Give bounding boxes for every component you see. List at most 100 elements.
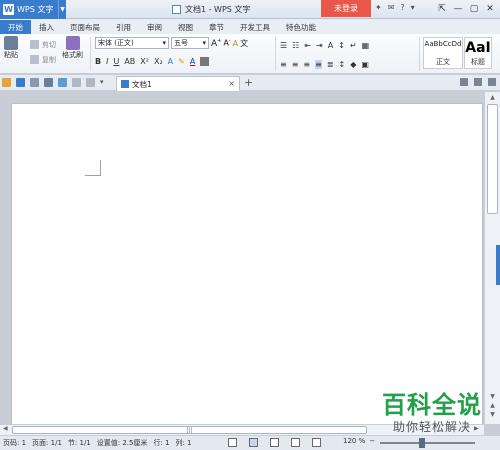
- app-menu-caret-icon[interactable]: ▼: [58, 0, 66, 19]
- copy-button[interactable]: 复制: [30, 52, 56, 67]
- clipboard-group: 剪切 复制: [30, 37, 56, 67]
- horizontal-scroll-thumb[interactable]: |||: [12, 426, 367, 434]
- italic-icon[interactable]: I: [106, 57, 108, 66]
- paste-button[interactable]: 粘贴: [4, 36, 18, 60]
- panel-icon[interactable]: [460, 78, 468, 86]
- shrink-font-icon[interactable]: A-: [223, 38, 230, 48]
- close-icon[interactable]: ✕: [482, 1, 498, 17]
- font-size-select[interactable]: 五号 ▾: [171, 37, 209, 49]
- cut-button[interactable]: 剪切: [30, 37, 56, 52]
- tab-references[interactable]: 引用: [108, 20, 139, 34]
- bold-icon[interactable]: B: [95, 57, 101, 66]
- settings-icon[interactable]: [488, 78, 496, 86]
- style-normal[interactable]: AaBbCcDd 正文: [423, 37, 463, 69]
- more-icon[interactable]: ▾: [411, 3, 415, 12]
- strikethrough-icon[interactable]: AB: [124, 57, 135, 66]
- close-tab-icon[interactable]: ×: [228, 79, 235, 88]
- font-name-select[interactable]: 宋体 (正文) ▾: [95, 37, 169, 49]
- format-painter-icon: [65, 36, 80, 50]
- line-spacing-icon[interactable]: ↕: [339, 60, 346, 69]
- numbering-icon[interactable]: ☷: [292, 41, 299, 50]
- window-title: 文档1 - WPS 文字: [172, 4, 250, 15]
- web-view-icon[interactable]: [291, 438, 300, 447]
- zoom-out-icon[interactable]: −: [369, 437, 375, 445]
- redo-icon[interactable]: [86, 78, 95, 87]
- scroll-up-icon[interactable]: ▲: [485, 92, 500, 102]
- page-view-icon[interactable]: [249, 438, 258, 447]
- tab-view[interactable]: 视图: [170, 20, 201, 34]
- tab-developer[interactable]: 开发工具: [232, 20, 278, 34]
- shading-icon[interactable]: ◆: [350, 60, 356, 69]
- zoom-level[interactable]: 120 %: [343, 437, 365, 445]
- new-tab-icon[interactable]: +: [244, 76, 253, 89]
- tab-chapter[interactable]: 章节: [201, 20, 232, 34]
- login-button[interactable]: 未登录: [321, 0, 371, 17]
- indent-icon[interactable]: ⇥: [316, 41, 323, 50]
- document-page[interactable]: [12, 104, 482, 424]
- maximize-icon[interactable]: ▢: [466, 1, 482, 17]
- help-icon[interactable]: ?: [400, 3, 404, 12]
- save-icon[interactable]: [16, 78, 25, 87]
- bullets-icon[interactable]: ☰: [280, 41, 287, 50]
- divider: [419, 37, 420, 71]
- fullscreen-icon[interactable]: ⇱: [434, 1, 450, 17]
- scroll-down-icon[interactable]: ▼: [490, 393, 495, 400]
- zoom-slider[interactable]: [380, 442, 475, 444]
- undo-icon[interactable]: [72, 78, 81, 87]
- side-panel-toggle[interactable]: [496, 245, 500, 285]
- window-controls: ⇱ — ▢ ✕: [434, 1, 498, 17]
- next-page-icon[interactable]: ▼: [490, 411, 495, 418]
- table-icon[interactable]: ▦: [362, 41, 370, 50]
- export-pdf-icon[interactable]: [58, 78, 67, 87]
- font-color-icon[interactable]: A: [190, 57, 195, 66]
- status-setting: 设置值: 2.5厘米: [96, 439, 148, 447]
- tab-home[interactable]: 开始: [0, 20, 31, 34]
- print-icon[interactable]: [44, 78, 53, 87]
- underline-icon[interactable]: U: [113, 57, 119, 66]
- clear-format-icon[interactable]: A: [233, 39, 238, 48]
- distribute-icon[interactable]: ≣: [327, 60, 334, 69]
- app-menu-button[interactable]: W WPS 文字: [0, 0, 66, 19]
- align-right-icon[interactable]: ≡: [303, 60, 310, 69]
- skin-icon[interactable]: ✦: [375, 3, 382, 12]
- char-border-icon[interactable]: [200, 57, 210, 66]
- customize-caret-icon[interactable]: ▾: [100, 78, 104, 87]
- watermark-title: 百科全说: [382, 391, 482, 419]
- align-center-icon[interactable]: ≡: [292, 60, 299, 69]
- align-left-icon[interactable]: ≡: [280, 60, 287, 69]
- style-heading[interactable]: AaI 标题: [464, 37, 492, 69]
- view-modes: [228, 438, 321, 447]
- align-justify-icon[interactable]: ≡: [315, 60, 322, 69]
- document-icon: [172, 5, 181, 14]
- tab-insert[interactable]: 插入: [31, 20, 62, 34]
- superscript-icon[interactable]: X²: [140, 57, 149, 66]
- text-effect-icon[interactable]: A: [168, 57, 173, 66]
- open-icon[interactable]: [2, 78, 11, 87]
- phonetic-icon[interactable]: 文: [240, 38, 248, 49]
- scroll-left-icon[interactable]: ◀: [3, 425, 8, 432]
- outdent-icon[interactable]: ⇤: [304, 41, 311, 50]
- show-marks-icon[interactable]: ↵: [350, 41, 357, 50]
- reading-view-icon[interactable]: [312, 438, 321, 447]
- sort-icon[interactable]: ↕: [338, 41, 345, 50]
- subscript-icon[interactable]: X₂: [154, 57, 163, 66]
- prev-page-icon[interactable]: ▲: [490, 402, 495, 409]
- status-page: 页码: 1: [3, 439, 27, 447]
- tab-special[interactable]: 特色功能: [278, 20, 324, 34]
- minimize-icon[interactable]: —: [450, 1, 466, 17]
- chinese-layout-icon[interactable]: A: [328, 41, 333, 50]
- vertical-scroll-thumb[interactable]: [487, 104, 498, 214]
- outline-view-icon[interactable]: [270, 438, 279, 447]
- print-preview-icon[interactable]: [30, 78, 39, 87]
- full-screen-view-icon[interactable]: [228, 438, 237, 447]
- format-painter-button[interactable]: 格式刷: [62, 36, 83, 60]
- grow-font-icon[interactable]: A+: [211, 38, 221, 49]
- view-icon[interactable]: [474, 78, 482, 86]
- tab-page-layout[interactable]: 页面布局: [62, 20, 108, 34]
- highlight-icon[interactable]: ✎: [178, 57, 185, 66]
- borders-icon[interactable]: ▣: [361, 60, 369, 69]
- tab-review[interactable]: 审阅: [139, 20, 170, 34]
- feedback-icon[interactable]: ✉: [388, 3, 395, 12]
- document-tab[interactable]: 文档1 ×: [116, 76, 240, 91]
- app-name: WPS 文字: [17, 5, 54, 14]
